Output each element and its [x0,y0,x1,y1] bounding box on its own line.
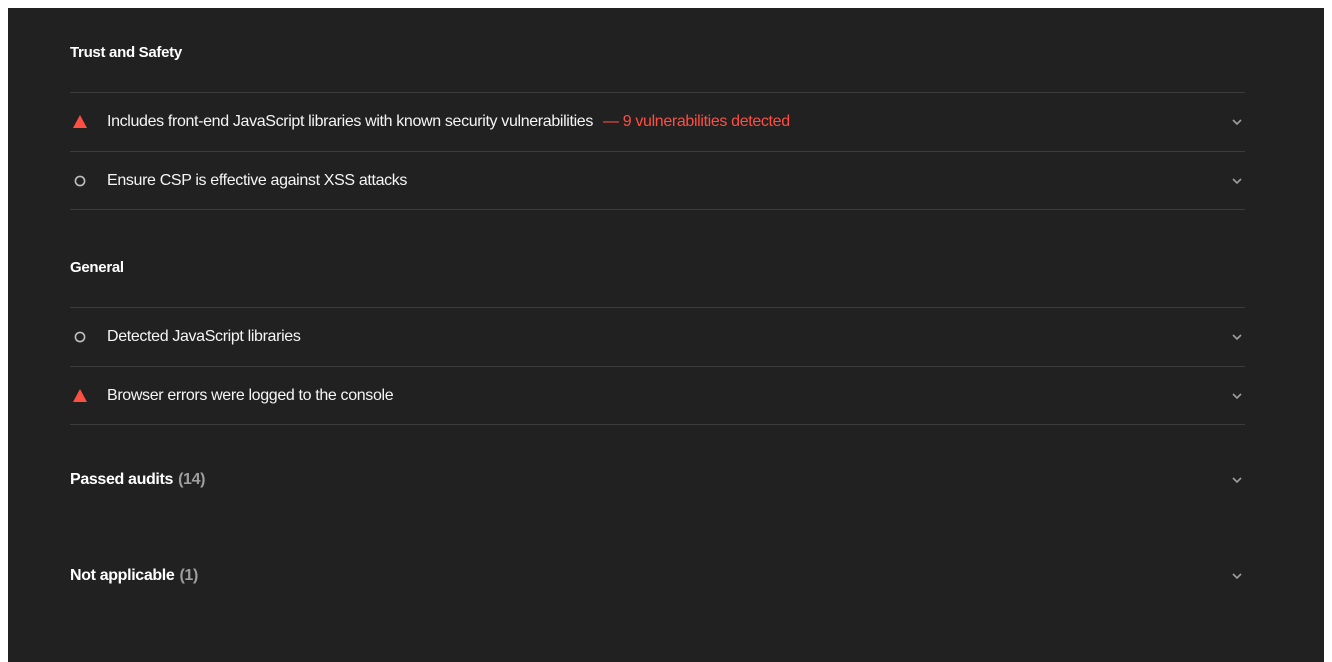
chevron-down-icon[interactable] [1231,116,1243,128]
audit-title: Detected JavaScript libraries [107,327,301,345]
audit-row-detected-libraries[interactable]: Detected JavaScript libraries [70,308,1245,365]
audit-title: Browser errors were logged to the consol… [107,386,394,404]
audit-title: Ensure CSP is effective against XSS atta… [107,171,408,189]
warning-triangle-icon [72,114,88,130]
group-title-general: General [70,259,124,276]
clump-title: Passed audits [70,471,174,488]
chevron-down-icon[interactable] [1231,474,1243,486]
audit-row-vulnerable-libraries[interactable]: Includes front-end JavaScript libraries … [70,93,1245,150]
audit-row-browser-errors[interactable]: Browser errors were logged to the consol… [70,367,1245,424]
warning-triangle-icon [72,388,88,404]
divider [70,424,1245,425]
not-applicable-toggle[interactable]: Not applicable (1) [70,556,1245,596]
clump-count: (14) [178,471,206,488]
passed-audits-toggle[interactable]: Passed audits (14) [70,460,1245,500]
audit-panel: Trust and Safety Includes front-end Java… [8,8,1324,662]
circle-outline-icon [72,173,88,189]
audit-row-csp-xss[interactable]: Ensure CSP is effective against XSS atta… [70,152,1245,209]
audit-display-value: — 9 vulnerabilities detected [602,112,790,130]
chevron-down-icon[interactable] [1231,175,1243,187]
chevron-down-icon[interactable] [1231,331,1243,343]
divider [70,209,1245,210]
chevron-down-icon[interactable] [1231,570,1243,582]
group-title-trust-and-safety: Trust and Safety [70,44,182,61]
clump-count: (1) [179,567,198,584]
audit-title: Includes front-end JavaScript libraries … [107,112,593,130]
clump-title: Not applicable [70,567,175,584]
circle-outline-icon [72,329,88,345]
chevron-down-icon[interactable] [1231,390,1243,402]
